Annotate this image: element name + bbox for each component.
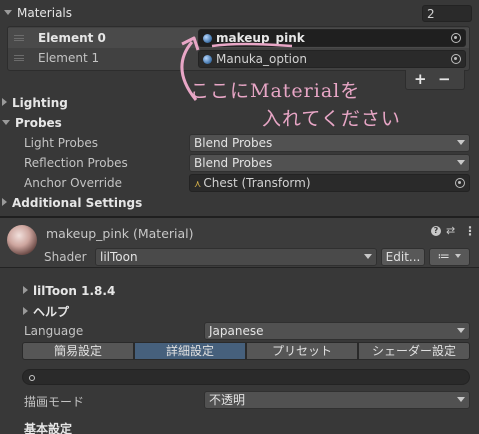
liltoon-version: lilToon 1.8.4 (33, 284, 116, 298)
render-mode-label: 描画モード (24, 395, 85, 409)
shader-edit-button[interactable]: Edit... (381, 248, 425, 266)
shader-dropdown[interactable]: lilToon (95, 248, 377, 266)
additional-settings-header: Additional Settings (12, 196, 143, 210)
reflection-probes-label: Reflection Probes (24, 156, 128, 170)
chevron-down-icon (457, 328, 465, 333)
transform-icon: ⋏ (194, 179, 202, 190)
material-preview-icon (7, 225, 37, 255)
help-icon[interactable]: ? (431, 226, 441, 236)
language-dropdown[interactable]: Japanese (204, 322, 470, 340)
render-mode-dropdown[interactable]: 不透明 (204, 391, 470, 409)
annotation-line-1: ここにMaterialを (190, 80, 361, 102)
chevron-down-icon (364, 254, 372, 259)
material-title: makeup_pink (Material) (46, 226, 194, 241)
shader-label: Shader (44, 250, 87, 264)
render-mode-value: 不透明 (209, 393, 246, 407)
remove-element-button[interactable]: − (438, 70, 451, 88)
light-probes-dropdown[interactable]: Blend Probes (189, 134, 470, 152)
search-input[interactable] (22, 369, 470, 385)
add-element-button[interactable]: + (414, 70, 427, 88)
object-picker-icon[interactable] (451, 54, 461, 64)
tab-simple-settings[interactable]: 簡易設定 (22, 342, 134, 360)
materials-count-field[interactable]: 2 (422, 5, 472, 22)
chevron-down-icon (457, 397, 465, 402)
anchor-override-value: Chest (Transform) (203, 176, 311, 190)
drag-handle-icon[interactable] (14, 55, 24, 61)
lighting-foldout[interactable]: Lighting (2, 96, 68, 110)
search-icon (29, 375, 35, 381)
preset-icon[interactable]: ⇄ (446, 224, 455, 237)
light-probes-value: Blend Probes (194, 136, 273, 150)
anchor-override-label: Anchor Override (24, 176, 123, 190)
foldout-arrow-icon (2, 198, 7, 206)
element-1-label: Element 1 (38, 51, 100, 65)
tab-shader-settings[interactable]: シェーダー設定 (358, 342, 470, 360)
help-label: ヘルプ (33, 305, 70, 319)
anchor-override-field[interactable]: ⋏ Chest (Transform) (189, 174, 470, 192)
chevron-down-icon (457, 140, 465, 145)
foldout-arrow-icon (23, 307, 28, 315)
reflection-probes-value: Blend Probes (194, 156, 273, 170)
list-icon: ≔ (437, 249, 450, 263)
foldout-arrow-icon (2, 98, 7, 106)
foldout-arrow-icon (2, 120, 10, 125)
lighting-header: Lighting (12, 96, 68, 110)
object-picker-icon[interactable] (451, 33, 461, 43)
object-picker-icon[interactable] (455, 178, 465, 188)
foldout-arrow-icon (4, 10, 12, 15)
reflection-probes-dropdown[interactable]: Blend Probes (189, 154, 470, 172)
materials-foldout[interactable]: Materials (4, 6, 72, 20)
liltoon-version-foldout[interactable]: lilToon 1.8.4 (23, 284, 115, 298)
drag-handle-icon[interactable] (14, 35, 24, 41)
language-label: Language (24, 324, 84, 338)
chevron-down-icon (457, 160, 465, 165)
element-0-label: Element 0 (38, 31, 106, 45)
probes-foldout[interactable]: Probes (2, 116, 62, 130)
materials-header: Materials (17, 6, 73, 20)
annotation-line-2: 入れてください (262, 108, 401, 130)
language-value: Japanese (209, 324, 264, 338)
additional-settings-foldout[interactable]: Additional Settings (2, 196, 142, 210)
more-options-icon[interactable]: ⋮ (464, 224, 476, 238)
chevron-down-icon (455, 254, 462, 258)
tab-detailed-settings[interactable]: 詳細設定 (134, 342, 246, 360)
tab-presets[interactable]: プリセット (246, 342, 358, 360)
light-probes-label: Light Probes (24, 136, 99, 150)
probes-header: Probes (15, 116, 62, 130)
foldout-arrow-icon (23, 286, 28, 294)
shader-value: lilToon (100, 250, 138, 264)
basic-settings-header: 基本設定 (24, 422, 73, 434)
help-foldout[interactable]: ヘルプ (23, 303, 69, 320)
shader-list-button[interactable]: ≔ (429, 248, 470, 266)
